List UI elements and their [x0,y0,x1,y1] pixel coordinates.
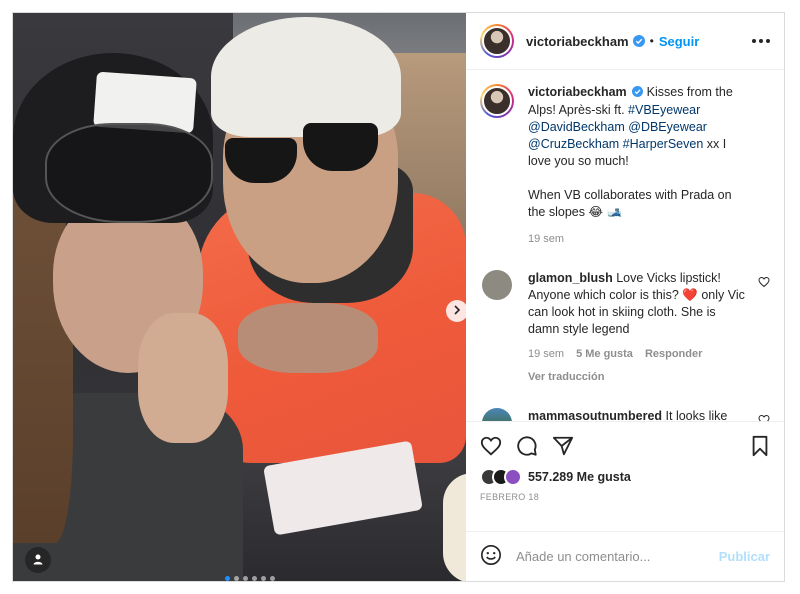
heart-icon[interactable] [758,276,770,291]
mention-link[interactable]: @DavidBeckham [528,120,625,134]
share-icon[interactable] [552,435,574,460]
carousel-dot [270,576,275,581]
comment-composer: Añade un comentario... Publicar [466,531,784,581]
mention-link[interactable]: @CruzBeckham [528,137,619,151]
heart-icon[interactable] [480,435,502,460]
likes-count[interactable]: 557.289 Me gusta [528,470,631,484]
carousel-dot [252,576,257,581]
caption-username[interactable]: victoriabeckham [528,85,627,99]
user-tag-icon [32,553,44,568]
emoji-icon[interactable] [480,544,502,569]
see-translation-link[interactable]: Ver traducción [528,369,746,386]
comment-time[interactable]: 19 sem [528,346,564,363]
reply-button[interactable]: Responder [645,346,702,363]
heart-icon[interactable] [758,414,770,421]
comment-avatar[interactable] [482,408,512,421]
hashtag-link[interactable]: #VBEyewear [628,103,700,117]
comment-body: mammasoutnumbered It looks like David ha… [528,408,746,421]
comments-section[interactable]: victoriabeckham Kisses from the Alps! Ap… [466,70,784,421]
carousel-dot [234,576,239,581]
post-date[interactable]: Febrero 18 [480,492,770,502]
caption-time[interactable]: 19 sem [528,231,748,248]
header-separator: • [649,34,654,48]
carousel-dot [243,576,248,581]
action-icons [480,432,770,462]
comment-username[interactable]: glamon_blush [528,271,613,285]
post-photo[interactable] [13,13,466,581]
caption-line-3: When VB collaborates with Prada on the s… [528,188,732,219]
author-username[interactable]: victoriabeckham [526,34,629,49]
comment-item: mammasoutnumbered It looks like David ha… [480,408,770,421]
caption-text: victoriabeckham Kisses from the Alps! Ap… [528,84,748,248]
mention-link[interactable]: @DBEyewear [628,120,707,134]
comment-likes[interactable]: 5 Me gusta [576,346,633,363]
bookmark-icon[interactable] [750,435,770,460]
comment-input[interactable]: Añade un comentario... [516,549,650,564]
carousel-dot [225,576,230,581]
liker-avatars[interactable] [480,468,522,486]
publish-button[interactable]: Publicar [719,549,770,564]
carousel-next-button[interactable] [446,300,466,322]
likes-row: 557.289 Me gusta [480,468,770,486]
caption-emoji: 😂 🎿 [588,205,623,219]
user-tags-button[interactable] [25,547,51,573]
comment-item: glamon_blush Love Vicks lipstick! Anyone… [480,270,770,386]
author-avatar[interactable] [480,24,514,58]
post-actions: 557.289 Me gusta Febrero 18 [466,421,784,531]
carousel-dot [261,576,266,581]
carousel-indicator [225,576,275,581]
post-header: victoriabeckham • Seguir [466,13,784,70]
chevron-right-icon [452,304,462,318]
comment-icon[interactable] [516,435,538,460]
follow-button[interactable]: Seguir [659,34,699,49]
verified-badge-icon [632,85,644,102]
verified-badge-icon [632,35,645,47]
heart-emoji: ❤️ [682,288,698,302]
more-options-icon[interactable] [752,39,770,43]
comment-username[interactable]: mammasoutnumbered [528,409,662,421]
photo-scene [13,13,466,581]
post-container: victoriabeckham • Seguir victoriabeckham… [12,12,785,582]
comment-body: glamon_blush Love Vicks lipstick! Anyone… [528,270,746,386]
post-caption: victoriabeckham Kisses from the Alps! Ap… [480,84,770,248]
comment-meta: 19 sem 5 Me gusta Responder [528,346,746,363]
hashtag-link[interactable]: #HarperSeven [623,137,704,151]
post-side-panel: victoriabeckham • Seguir victoriabeckham… [466,13,784,581]
caption-avatar[interactable] [480,84,514,118]
comment-avatar[interactable] [482,270,512,300]
